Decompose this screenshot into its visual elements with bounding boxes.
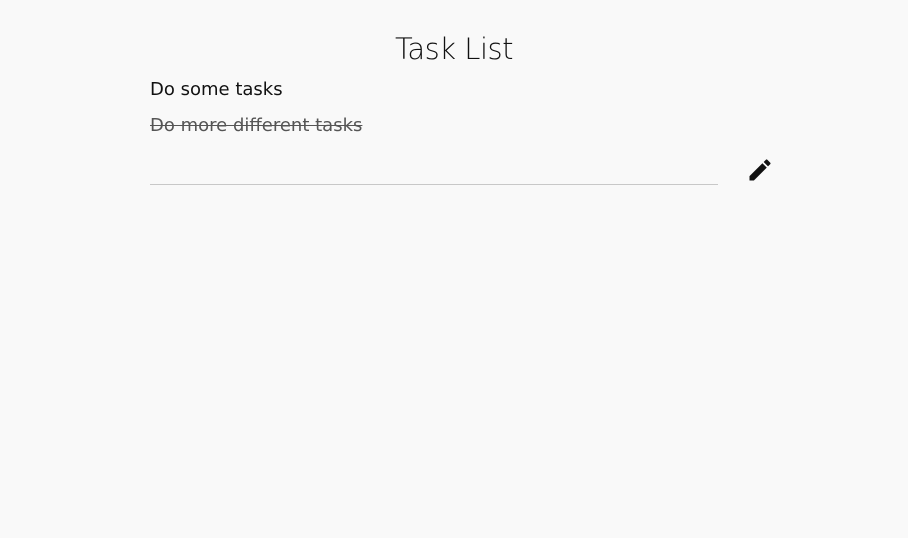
task-item-do-more-different-tasks[interactable]: Do more different tasks [150, 112, 720, 140]
pencil-icon [749, 159, 771, 181]
task-item-do-some-tasks[interactable]: Do some tasks [150, 76, 720, 104]
page-title: Task List [395, 32, 514, 67]
edit-button[interactable] [746, 156, 774, 184]
new-task-input[interactable] [150, 158, 718, 185]
task-list: Do some tasks Do more different tasks [150, 76, 720, 148]
